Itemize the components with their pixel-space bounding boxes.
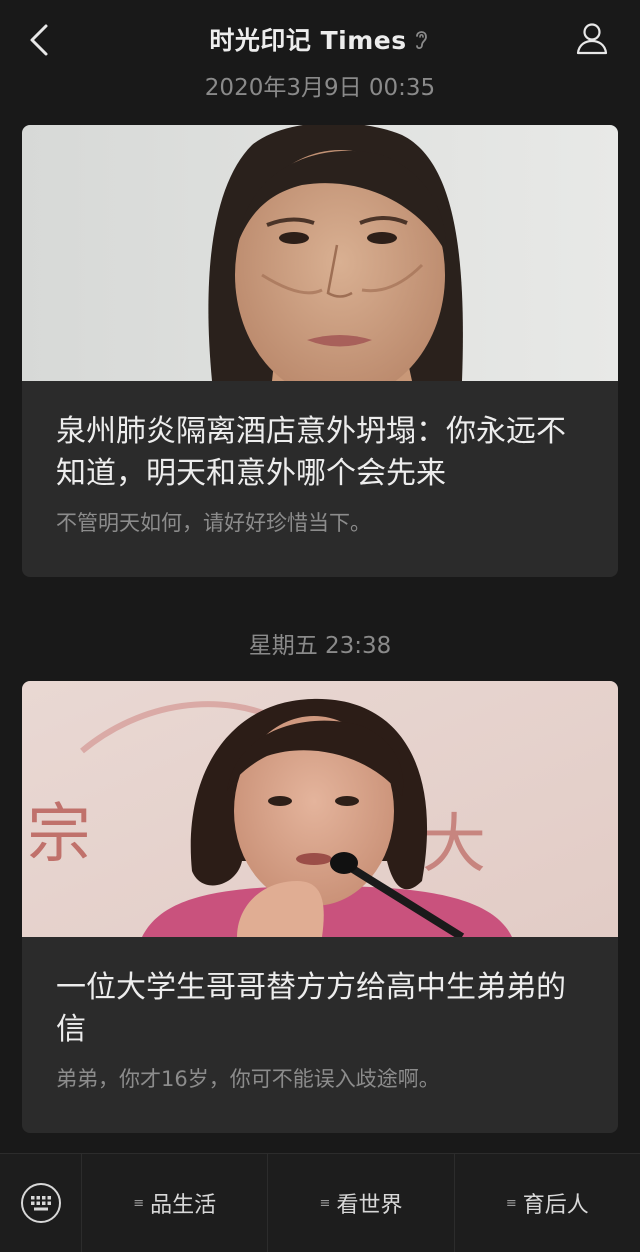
article-title: 一位大学生哥哥替方方给高中生弟弟的信 — [56, 970, 566, 1047]
article-cover-image: 宗 大 — [22, 681, 618, 937]
article-title: 泉州肺炎隔离酒店意外坍塌：你永远不知道，明天和意外哪个会先来 — [56, 414, 566, 491]
menu-item-label: 育后人 — [522, 1193, 589, 1218]
svg-text:宗: 宗 — [27, 798, 91, 872]
menu-lines-icon: ≡ — [133, 1195, 145, 1211]
menu-item-parenting[interactable]: ≡ 育后人 — [455, 1154, 640, 1252]
menu-lines-icon: ≡ — [505, 1195, 517, 1211]
article-description: 不管明天如何，请好好珍惜当下。 — [56, 511, 371, 535]
keyboard-icon — [20, 1183, 61, 1223]
article-card[interactable]: 宗 大 一位大学生哥哥替方方给高中生弟弟的信 弟弟，你才16岁，你可不能误入歧途… — [22, 681, 618, 1133]
account-title-area: 时光印记 Times — [0, 20, 640, 58]
message-timestamp: 星期五 23:38 — [248, 633, 392, 659]
keyboard-toggle-button[interactable] — [0, 1154, 82, 1252]
bottom-menu-bar: ≡ 品生活 ≡ 看世界 ≡ 育后人 — [0, 1153, 640, 1252]
message-timestamp: 2020年3月9日 00:35 — [204, 75, 436, 101]
account-title: 时光印记 Times — [209, 26, 407, 55]
profile-button[interactable] — [572, 18, 612, 58]
article-cover-image — [22, 125, 618, 381]
menu-item-label: 看世界 — [336, 1193, 403, 1218]
menu-item-world[interactable]: ≡ 看世界 — [268, 1154, 455, 1252]
ear-icon[interactable] — [413, 27, 431, 51]
menu-item-lifestyle[interactable]: ≡ 品生活 — [82, 1154, 269, 1252]
top-nav-bar: 时光印记 Times — [0, 0, 640, 78]
menu-item-label: 品生活 — [150, 1193, 217, 1218]
menu-lines-icon: ≡ — [319, 1195, 331, 1211]
person-icon — [576, 23, 608, 55]
article-card[interactable]: 泉州肺炎隔离酒店意外坍塌：你永远不知道，明天和意外哪个会先来 不管明天如何，请好… — [22, 125, 618, 577]
svg-text:大: 大 — [422, 808, 486, 882]
article-description: 弟弟，你才16岁，你可不能误入歧途啊。 — [56, 1067, 440, 1091]
